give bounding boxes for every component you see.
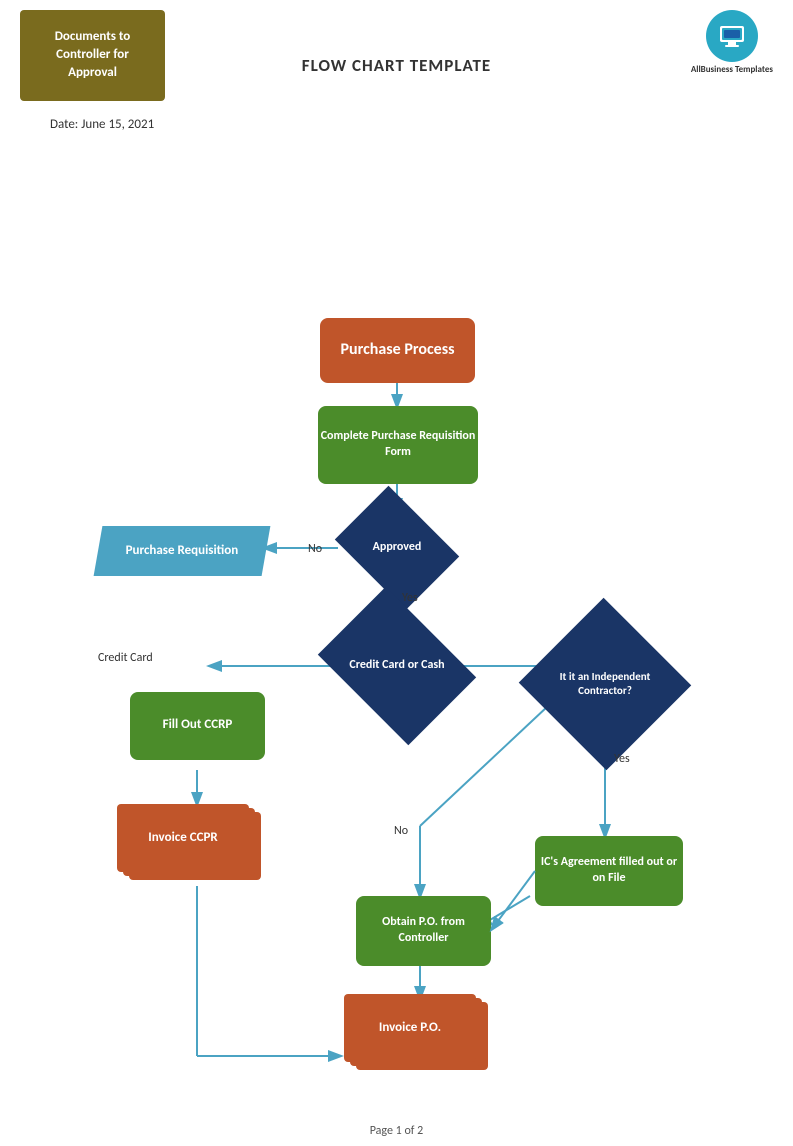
ics-agreement-label: IC's Agreement filled out or on File [535, 855, 683, 886]
page-number: Page 1 of 2 [0, 1116, 793, 1146]
purchase-requisition-shape: Purchase Requisition [94, 526, 271, 576]
obtain-po-shape: Obtain P.O. from Controller [356, 896, 491, 966]
logo-area: AllBusiness Templates [691, 10, 773, 76]
approved-diamond: Approved [335, 485, 459, 609]
invoice-ccpr-stacked: Invoice CCPR [115, 804, 270, 886]
yes-label-ic: Yes [614, 752, 630, 766]
logo-text: AllBusiness Templates [691, 64, 773, 76]
doc-box: Documents to Controller for Approval [20, 10, 165, 101]
obtain-po-label: Obtain P.O. from Controller [356, 915, 491, 946]
credit-card-cash-diamond: Credit Card or Cash [318, 586, 476, 744]
purchase-process-shape: Purchase Process [320, 318, 475, 383]
invoice-po-stacked: Invoice P.O. [342, 994, 497, 1076]
no-label-ic: No [394, 824, 408, 838]
credit-card-cash-label: Credit Card or Cash [333, 618, 461, 714]
independent-contractor-diamond: It it an Independent Contractor? [519, 597, 692, 770]
invoice-ccpr-label: Invoice CCPR [148, 830, 217, 845]
page-title: FLOW CHART TEMPLATE [302, 55, 491, 76]
logo-circle [706, 10, 758, 62]
purchase-requisition-label: Purchase Requisition [98, 538, 266, 563]
invoice-po-label: Invoice P.O. [379, 1020, 441, 1035]
approved-label: Approved [347, 510, 447, 586]
purchase-process-label: Purchase Process [341, 340, 455, 361]
independent-contractor-label: It it an Independent Contractor? [543, 624, 667, 744]
complete-form-label: Complete Purchase Requisition Form [318, 429, 478, 460]
date-value: June 15, 2021 [81, 117, 154, 132]
credit-card-label: Credit Card [98, 651, 153, 665]
yes-label: Yes [402, 591, 418, 605]
date-label: Date: [50, 117, 78, 132]
fill-out-ccrp-shape: Fill Out CCRP [130, 692, 265, 760]
flowchart: Purchase Process Complete Purchase Requi… [0, 136, 793, 1116]
doc-box-label: Documents to Controller for Approval [36, 28, 149, 83]
ics-agreement-shape: IC's Agreement filled out or on File [535, 836, 683, 906]
fill-out-ccrp-label: Fill Out CCRP [163, 717, 233, 734]
header: Documents to Controller for Approval FLO… [0, 0, 793, 111]
no-label: No [308, 542, 322, 556]
complete-form-shape: Complete Purchase Requisition Form [318, 406, 478, 484]
logo-icon [717, 21, 747, 51]
date-line: Date: June 15, 2021 [0, 111, 793, 136]
